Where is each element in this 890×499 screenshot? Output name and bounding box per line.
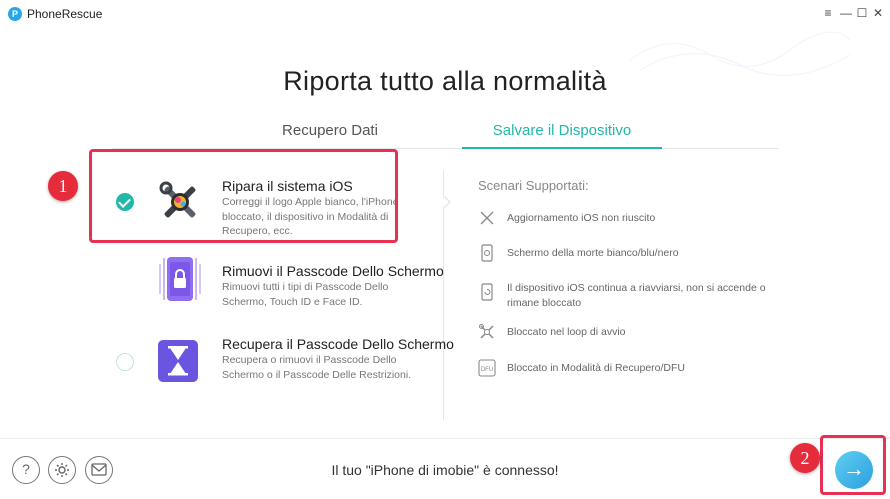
scenarios-title: Scenari Supportati: [478,178,589,193]
connection-status: Il tuo "iPhone di imobie" è connesso! [331,462,559,478]
option-description: Recupera o rimuovi il Passcode Dello Sch… [222,354,412,381]
option-description: Rimuovi tutti i tipi di Passcode Dello S… [222,281,389,308]
divider-arrow-icon [439,196,451,208]
phone-screen-icon [481,244,493,262]
arrow-right-icon: → [843,456,865,481]
scenario-text: Aggiornamento iOS non riuscito [507,212,656,224]
tab-recupero-dati[interactable]: Recupero Dati [250,122,410,139]
minimize-button[interactable]: — [839,6,853,20]
menu-button[interactable]: ≡ [821,6,835,20]
next-button[interactable]: → [835,451,873,489]
footer-divider [0,438,890,439]
tools-icon [479,324,494,339]
dfu-label: DFU [481,367,493,373]
app-logo-icon: P [8,7,22,21]
scenario-text: Il dispositivo iOS continua a riavviarsi… [507,282,766,309]
page-title: Riporta tutto alla normalità [283,66,607,96]
scenario-text: Schermo della morte bianco/blu/nero [507,247,679,259]
option-remove-passcode[interactable]: Rimuovi il Passcode Dello Schermo Rimuov… [100,257,444,318]
active-tab-indicator [462,147,662,149]
tab-salvare-dispositivo[interactable]: Salvare il Dispositivo [462,122,662,139]
scenario-text: Bloccato nel loop di avvio [507,326,626,338]
option-recover-passcode[interactable]: Recupera il Passcode Dello Schermo Recup… [100,332,454,402]
step-badge-2: 2 [790,443,820,473]
scenario-text: Bloccato in Modalità di Recupero/DFU [507,362,685,374]
option-radio-unchecked[interactable] [116,353,134,371]
hourglass-icon [158,340,198,382]
cross-icon [480,211,494,225]
phone-restart-icon [481,283,493,301]
phone-lock-icon [159,257,201,301]
maximize-button[interactable]: ☐ [855,6,869,20]
step-badge-1: 1 [48,171,78,201]
highlight-box-option [89,149,398,243]
option-title: Recupera il Passcode Dello Schermo [222,336,454,352]
close-button[interactable]: ✕ [871,6,885,20]
app-name: PhoneRescue [27,7,103,21]
option-title: Rimuovi il Passcode Dello Schermo [222,263,444,279]
dfu-icon: DFU [478,359,496,377]
